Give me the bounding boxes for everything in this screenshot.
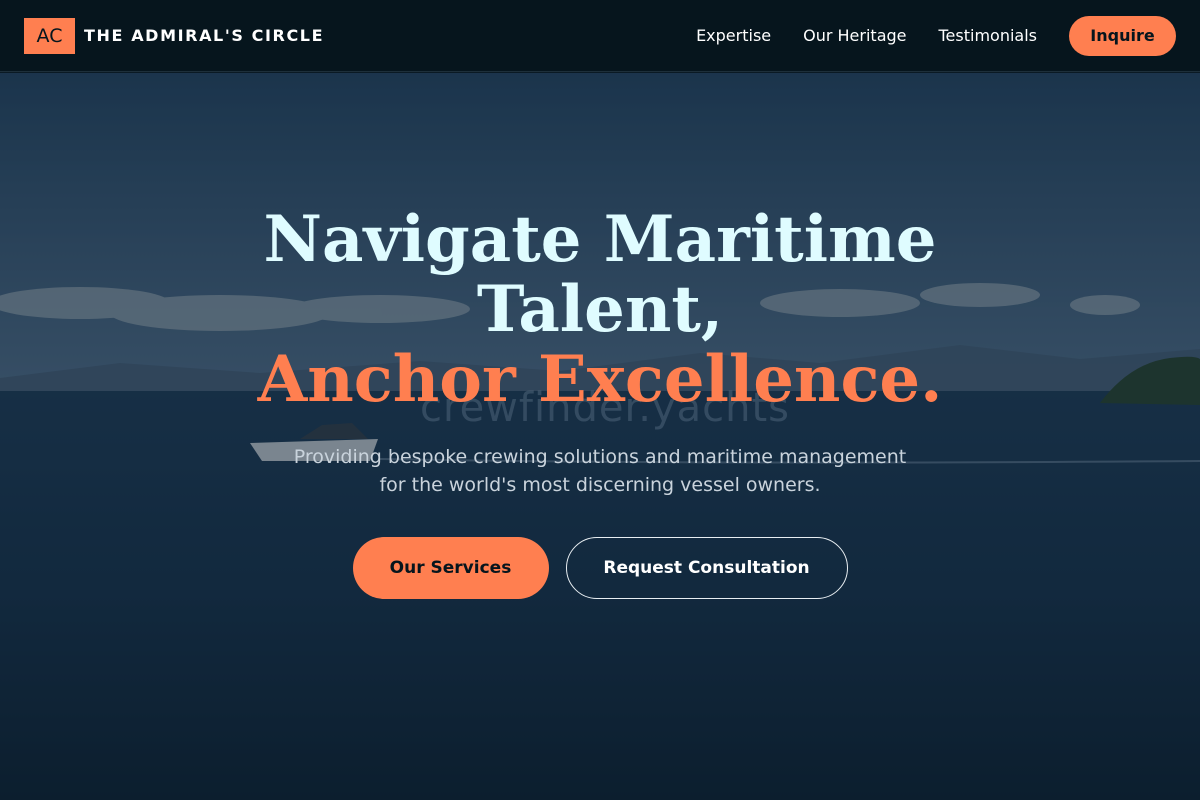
subtitle-line-2: for the world's most discerning vessel o…: [379, 474, 821, 496]
nav-link-testimonials[interactable]: Testimonials: [939, 26, 1038, 45]
logo-badge[interactable]: AC: [24, 17, 75, 54]
main-nav: Expertise Our Heritage Testimonials Inqu…: [696, 15, 1176, 56]
hero-headline: Navigate Maritime Talent, Anchor Excelle…: [200, 205, 1000, 415]
headline-accent: Anchor Excellence.: [257, 342, 943, 417]
hero-section: crewfinder.yachts Navigate Maritime Tale…: [0, 73, 1200, 800]
top-navigation-bar: AC THE ADMIRAL'S CIRCLE Expertise Our He…: [0, 0, 1200, 72]
hero-dark-overlay: [0, 73, 1200, 800]
nav-link-our-heritage[interactable]: Our Heritage: [803, 26, 906, 45]
headline-line-1: Navigate Maritime: [263, 202, 937, 277]
subtitle-line-1: Providing bespoke crewing solutions and …: [293, 446, 907, 468]
our-services-button[interactable]: Our Services: [352, 537, 549, 599]
headline-line-2: Talent,: [476, 272, 724, 347]
hero-subtitle: Providing bespoke crewing solutions and …: [250, 443, 950, 499]
brand-name[interactable]: THE ADMIRAL'S CIRCLE: [84, 26, 324, 45]
logo-initials: AC: [36, 24, 63, 47]
inquire-button[interactable]: Inquire: [1069, 15, 1176, 56]
nav-link-expertise[interactable]: Expertise: [696, 26, 771, 45]
hero-cta-row: Our Services Request Consultation: [0, 537, 1200, 599]
request-consultation-button[interactable]: Request Consultation: [565, 537, 848, 599]
